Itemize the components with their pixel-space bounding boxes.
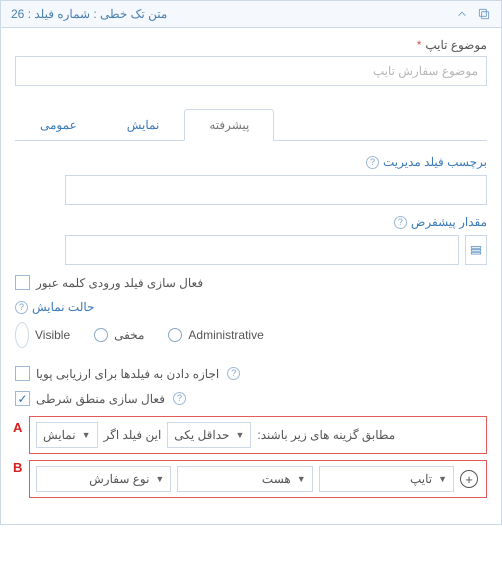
enable-password-text: فعال سازی فیلد ورودی کلمه عبور	[36, 276, 203, 290]
radio-visible[interactable]	[15, 322, 29, 348]
caret-down-icon: ▼	[235, 430, 244, 440]
panel-header: متن تک خطی : شماره فیلد : 26	[1, 1, 501, 28]
help-icon[interactable]: ?	[15, 301, 28, 314]
caret-down-icon: ▼	[297, 474, 306, 484]
default-value-label: مقدار پیشفرض	[411, 215, 487, 229]
display-mode-title: حالت نمایش	[32, 300, 94, 314]
cond-operator-text: هست	[184, 472, 290, 486]
radio-label-administrative: Administrative	[188, 328, 263, 342]
enable-password-row: فعال سازی فیلد ورودی کلمه عبور	[15, 275, 487, 290]
cond-operator-select[interactable]: ▼ هست	[177, 466, 312, 492]
allow-dynamic-text: اجازه دادن به فیلدها برای ارزیابی پویا	[36, 367, 219, 381]
cond-action-value: نمایش	[43, 428, 76, 442]
conditional-row-b: + ▼ تایپ ▼ هست ▼ نوع سفارش	[29, 460, 487, 498]
admin-label-block: برچسب فیلد مدیریت ?	[65, 155, 487, 205]
enable-conditional-text: فعال سازی منطق شرطی	[36, 392, 165, 406]
topic-label: موضوع تایپ	[425, 38, 487, 52]
merge-tags-button[interactable]	[465, 235, 487, 265]
cond-value-text: تایپ	[326, 472, 432, 486]
field-settings-panel: متن تک خطی : شماره فیلد : 26 موضوع تایپ*…	[0, 0, 502, 525]
default-value-input[interactable]	[65, 235, 459, 265]
default-value-block: مقدار پیشفرض ?	[65, 215, 487, 265]
enable-conditional-checkbox[interactable]	[15, 391, 30, 406]
help-icon[interactable]: ?	[173, 392, 186, 405]
radio-hidden[interactable]	[94, 328, 108, 342]
cond-a-tail: مطابق گزینه های زیر باشند:	[257, 428, 480, 442]
topic-input[interactable]	[15, 56, 487, 86]
radio-administrative[interactable]	[168, 328, 182, 342]
add-rule-button[interactable]: +	[460, 470, 478, 488]
cond-value-select[interactable]: ▼ تایپ	[319, 466, 454, 492]
annotation-b: B	[13, 460, 22, 475]
caret-down-icon: ▼	[155, 474, 164, 484]
cond-field-text: نوع سفارش	[43, 472, 149, 486]
cond-a-if: این فیلد اگر	[104, 428, 162, 442]
display-mode-radios: Administrative مخفی Visible	[15, 322, 487, 348]
allow-dynamic-label[interactable]: اجازه دادن به فیلدها برای ارزیابی پویا	[15, 366, 219, 381]
panel-content: موضوع تایپ* پیشرفته نمایش عمومی برچسب فی…	[1, 28, 501, 524]
admin-label-text: برچسب فیلد مدیریت	[383, 155, 487, 169]
cond-field-select[interactable]: ▼ نوع سفارش	[36, 466, 171, 492]
enable-password-label[interactable]: فعال سازی فیلد ورودی کلمه عبور	[15, 275, 203, 290]
help-icon[interactable]: ?	[227, 367, 240, 380]
caret-down-icon: ▼	[82, 430, 91, 440]
duplicate-icon[interactable]	[477, 7, 491, 21]
allow-dynamic-row: ? اجازه دادن به فیلدها برای ارزیابی پویا	[15, 366, 487, 381]
cond-match-value: حداقل یکی	[174, 428, 229, 442]
tabs: پیشرفته نمایش عمومی	[15, 108, 487, 141]
help-icon[interactable]: ?	[394, 216, 407, 229]
radio-option-hidden[interactable]: مخفی	[94, 328, 144, 342]
cond-match-select[interactable]: ▼ حداقل یکی	[167, 422, 251, 448]
radio-option-administrative[interactable]: Administrative	[168, 328, 263, 342]
tab-advanced[interactable]: پیشرفته	[184, 109, 274, 141]
cond-action-select[interactable]: ▼ نمایش	[36, 422, 98, 448]
tab-display[interactable]: نمایش	[102, 109, 185, 141]
collapse-icon[interactable]	[455, 7, 469, 21]
required-asterisk: *	[417, 38, 422, 52]
enable-conditional-row: ? فعال سازی منطق شرطی	[15, 391, 487, 406]
panel-title: متن تک خطی : شماره فیلد : 26	[11, 7, 167, 21]
tab-general[interactable]: عمومی	[15, 109, 102, 141]
allow-dynamic-checkbox[interactable]	[15, 366, 30, 381]
enable-password-checkbox[interactable]	[15, 275, 30, 290]
radio-label-visible: Visible	[35, 328, 70, 342]
caret-down-icon: ▼	[438, 474, 447, 484]
conditional-row-a: مطابق گزینه های زیر باشند: ▼ حداقل یکی ا…	[29, 416, 487, 454]
annotation-a: A	[13, 420, 22, 435]
conditional-logic-area: A B مطابق گزینه های زیر باشند: ▼ حداقل ی…	[15, 416, 487, 498]
help-icon[interactable]: ?	[366, 156, 379, 169]
admin-label-input[interactable]	[65, 175, 487, 205]
radio-option-visible[interactable]: Visible	[15, 322, 70, 348]
radio-label-hidden: مخفی	[114, 328, 144, 342]
enable-conditional-label[interactable]: فعال سازی منطق شرطی	[15, 391, 165, 406]
topic-field: موضوع تایپ*	[15, 38, 487, 86]
